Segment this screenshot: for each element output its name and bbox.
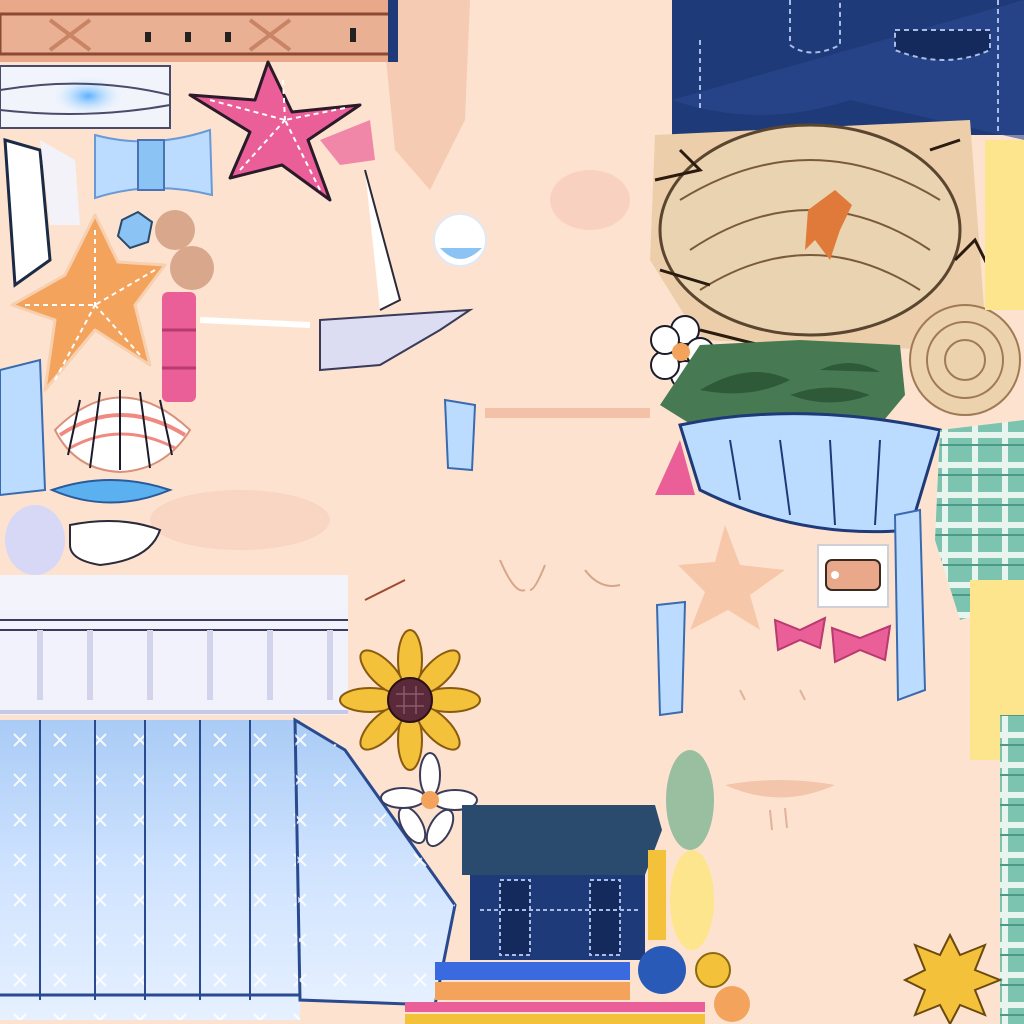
texture-atlas-canvas [0, 0, 1024, 1024]
denim-shorts-back [672, 0, 1024, 140]
tan-bead [170, 246, 214, 290]
yellow-blob [670, 850, 714, 950]
lavender-blob [5, 505, 65, 575]
texture-atlas [0, 0, 1024, 1024]
orange-bead [714, 986, 750, 1022]
blue-strip [655, 600, 687, 717]
blush-mark [150, 490, 330, 550]
gold-coin [695, 952, 731, 988]
pink-ribbon-column [162, 292, 196, 402]
blush-mark [550, 170, 630, 230]
blue-strip [0, 358, 47, 497]
green-blob [666, 750, 714, 850]
blue-hair-ribbon [0, 65, 171, 129]
blue-bow-piece [94, 128, 214, 200]
white-lace-band [0, 575, 348, 715]
buckle [817, 544, 889, 608]
blue-tab [443, 398, 477, 472]
belt-strip [0, 0, 398, 62]
denim-pocket-block [462, 805, 666, 960]
straw-hat-brim-coil [909, 304, 1021, 416]
skin-seam [485, 408, 650, 418]
blue-strip [893, 508, 927, 702]
yellow-strip [985, 140, 1024, 310]
plaid-strip [1000, 715, 1024, 1024]
blue-button [638, 946, 686, 994]
tan-bead [155, 210, 195, 250]
